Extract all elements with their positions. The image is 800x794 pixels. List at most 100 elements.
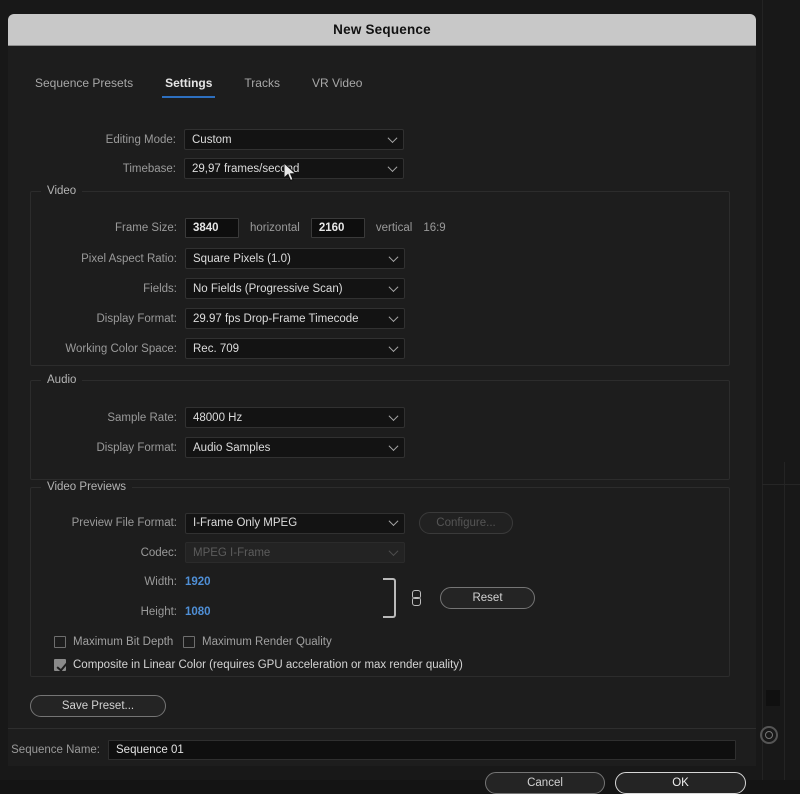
vertical-label: vertical <box>376 222 412 234</box>
aspect-ratio-value: 16:9 <box>423 222 445 234</box>
preview-width-row: Width: 1920 <box>9 576 211 588</box>
cancel-button[interactable]: Cancel <box>485 772 605 794</box>
timebase-row: Timebase: 29,97 frames/second <box>8 158 404 179</box>
chevron-down-icon <box>389 282 399 292</box>
preview-file-format-value: I-Frame Only MPEG <box>193 517 297 529</box>
dialog-body: Sequence Presets Settings Tracks VR Vide… <box>8 46 756 766</box>
chevron-down-icon <box>388 133 398 143</box>
maximum-render-quality-label: Maximum Render Quality <box>202 636 332 648</box>
audio-group-legend: Audio <box>41 374 82 386</box>
configure-label: Configure... <box>436 517 495 529</box>
frame-width-input[interactable]: 3840 <box>185 218 239 238</box>
video-display-format-value: 29.97 fps Drop-Frame Timecode <box>193 313 359 325</box>
reset-button[interactable]: Reset <box>440 587 535 609</box>
footer-divider <box>8 728 756 729</box>
sample-rate-row: Sample Rate: 48000 Hz <box>9 407 405 428</box>
audio-display-format-label: Display Format: <box>9 442 185 454</box>
chevron-down-icon <box>389 411 399 421</box>
preview-height-row: Height: 1080 <box>9 606 211 618</box>
working-color-space-label: Working Color Space: <box>9 343 185 355</box>
video-group: Video Frame Size: 3840 horizontal 2160 v… <box>30 191 730 366</box>
preview-file-format-select[interactable]: I-Frame Only MPEG <box>185 513 405 534</box>
preview-height-label: Height: <box>9 606 185 618</box>
tab-sequence-presets[interactable]: Sequence Presets <box>32 76 136 98</box>
preview-width-label: Width: <box>9 576 185 588</box>
chevron-down-icon <box>389 342 399 352</box>
sequence-name-row: Sequence Name: Sequence 01 <box>8 740 736 760</box>
horizontal-label: horizontal <box>250 222 300 234</box>
save-preset-button[interactable]: Save Preset... <box>30 695 166 717</box>
reset-label: Reset <box>472 592 502 604</box>
backdrop-divider-horizontal <box>762 484 800 485</box>
working-color-space-row: Working Color Space: Rec. 709 <box>9 338 405 359</box>
composite-linear-color-checkbox[interactable]: Composite in Linear Color (requires GPU … <box>54 659 463 671</box>
video-previews-group: Video Previews Preview File Format: I-Fr… <box>30 487 730 677</box>
timebase-label: Timebase: <box>8 163 184 175</box>
checkbox-box-checked <box>54 659 66 671</box>
editing-mode-value: Custom <box>192 134 232 146</box>
dialog-titlebar: New Sequence <box>8 14 756 46</box>
audio-display-format-select[interactable]: Audio Samples <box>185 437 405 458</box>
audio-display-format-row: Display Format: Audio Samples <box>9 437 405 458</box>
fields-value: No Fields (Progressive Scan) <box>193 283 343 295</box>
preview-height-value[interactable]: 1080 <box>185 606 211 618</box>
preview-width-value[interactable]: 1920 <box>185 576 211 588</box>
chevron-down-icon <box>389 516 399 526</box>
maximum-render-quality-checkbox[interactable]: Maximum Render Quality <box>183 636 332 648</box>
pixel-aspect-ratio-value: Square Pixels (1.0) <box>193 253 291 265</box>
sequence-name-label: Sequence Name: <box>8 744 108 756</box>
backdrop-divider-vertical-2 <box>784 462 785 780</box>
cancel-label: Cancel <box>527 777 563 789</box>
chevron-down-icon <box>389 312 399 322</box>
preview-file-format-label: Preview File Format: <box>9 517 185 529</box>
frame-size-row: Frame Size: 3840 horizontal 2160 vertica… <box>9 218 446 238</box>
working-color-space-select[interactable]: Rec. 709 <box>185 338 405 359</box>
pixel-aspect-ratio-select[interactable]: Square Pixels (1.0) <box>185 248 405 269</box>
sequence-name-input[interactable]: Sequence 01 <box>108 740 736 760</box>
new-sequence-dialog: New Sequence Sequence Presets Settings T… <box>8 14 756 766</box>
editing-mode-select[interactable]: Custom <box>184 129 404 150</box>
ok-button[interactable]: OK <box>615 772 746 794</box>
fields-label: Fields: <box>9 283 185 295</box>
backdrop-swatch <box>766 690 780 706</box>
composite-linear-color-label: Composite in Linear Color (requires GPU … <box>73 659 463 671</box>
ok-label: OK <box>672 777 689 789</box>
frame-size-label: Frame Size: <box>9 222 185 234</box>
link-bracket-icon <box>383 578 396 618</box>
backdrop-divider-vertical-1 <box>762 0 763 780</box>
frame-height-input[interactable]: 2160 <box>311 218 365 238</box>
video-display-format-label: Display Format: <box>9 313 185 325</box>
tab-tracks[interactable]: Tracks <box>241 76 283 98</box>
dialog-title: New Sequence <box>333 22 431 37</box>
chevron-down-icon <box>389 252 399 262</box>
tab-vr-video[interactable]: VR Video <box>309 76 365 98</box>
configure-button: Configure... <box>419 512 513 534</box>
link-chain-icon[interactable] <box>412 590 421 606</box>
preview-file-format-row: Preview File Format: I-Frame Only MPEG C… <box>9 512 513 534</box>
video-display-format-row: Display Format: 29.97 fps Drop-Frame Tim… <box>9 308 405 329</box>
sample-rate-select[interactable]: 48000 Hz <box>185 407 405 428</box>
codec-label: Codec: <box>9 547 185 559</box>
save-preset-label: Save Preset... <box>62 700 134 712</box>
chevron-down-icon <box>389 441 399 451</box>
chevron-down-icon <box>389 546 399 556</box>
maximum-bit-depth-checkbox[interactable]: Maximum Bit Depth <box>54 636 173 648</box>
editing-mode-label: Editing Mode: <box>8 134 184 146</box>
pixel-aspect-ratio-label: Pixel Aspect Ratio: <box>9 253 185 265</box>
mouse-cursor <box>284 163 297 182</box>
video-previews-group-legend: Video Previews <box>41 481 132 493</box>
fields-select[interactable]: No Fields (Progressive Scan) <box>185 278 405 299</box>
sample-rate-label: Sample Rate: <box>9 412 185 424</box>
pixel-aspect-ratio-row: Pixel Aspect Ratio: Square Pixels (1.0) <box>9 248 405 269</box>
codec-row: Codec: MPEG I-Frame <box>9 542 405 563</box>
sample-rate-value: 48000 Hz <box>193 412 242 424</box>
tab-settings[interactable]: Settings <box>162 76 215 98</box>
video-display-format-select[interactable]: 29.97 fps Drop-Frame Timecode <box>185 308 405 329</box>
audio-display-format-value: Audio Samples <box>193 442 270 454</box>
backdrop-knob-inner-icon <box>765 731 773 739</box>
chevron-down-icon <box>388 162 398 172</box>
video-group-legend: Video <box>41 185 82 197</box>
checkbox-box <box>183 636 195 648</box>
audio-group: Audio Sample Rate: 48000 Hz Display Form… <box>30 380 730 480</box>
maximum-bit-depth-label: Maximum Bit Depth <box>73 636 173 648</box>
